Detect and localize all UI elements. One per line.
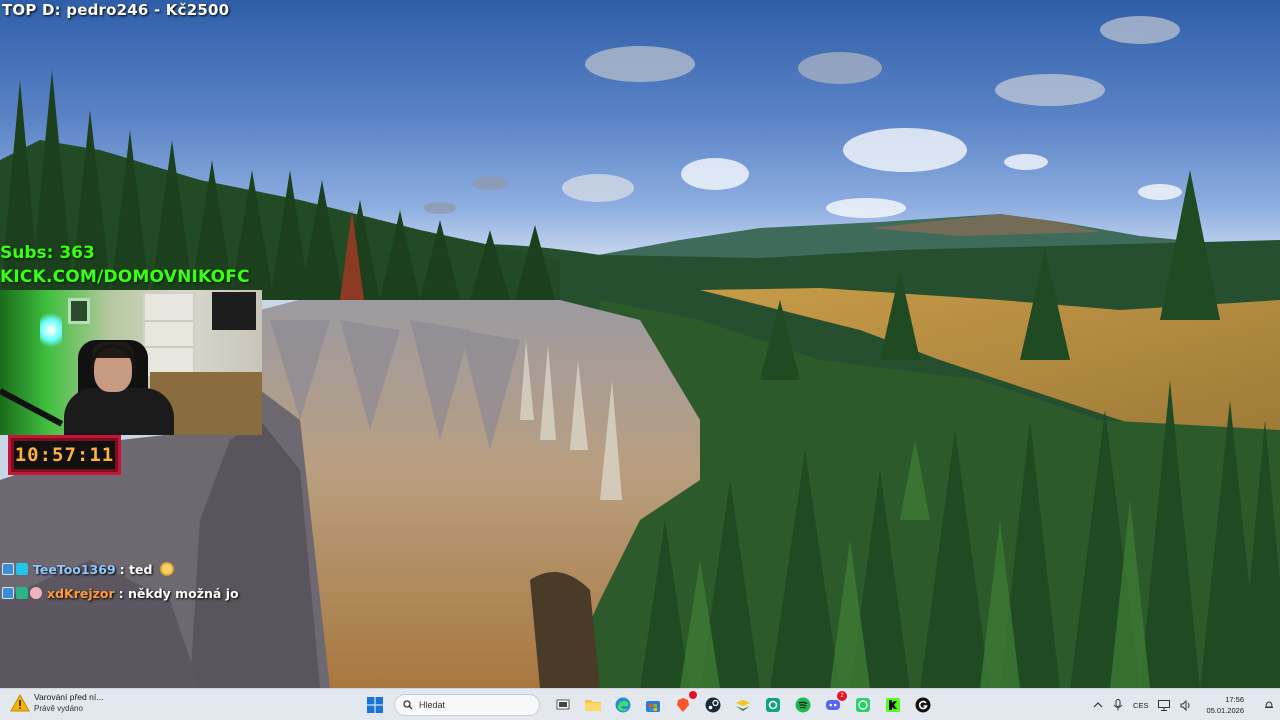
chevron-up-icon — [1093, 702, 1103, 708]
system-tray: CES 17:56 05.01.2026 — [1083, 692, 1274, 718]
search-placeholder: Hledat — [419, 700, 446, 710]
taskbar-clock[interactable]: 17:56 05.01.2026 — [1206, 694, 1244, 716]
stream-timer: 10:57:11 — [8, 435, 121, 475]
file-explorer-button[interactable] — [582, 694, 604, 716]
microphone-button[interactable] — [1113, 699, 1123, 711]
timer-value: 10:57:11 — [14, 444, 115, 466]
network-icon — [1158, 699, 1171, 711]
warning-icon — [10, 693, 30, 713]
badge-icon — [30, 587, 42, 599]
microphone-icon — [1113, 699, 1123, 711]
badge-icon — [2, 587, 14, 599]
store-icon — [646, 701, 660, 712]
network-button[interactable] — [1158, 699, 1171, 711]
notification-title: Varování před ní... — [34, 692, 104, 702]
spotify-icon — [795, 697, 811, 713]
notification-dot — [689, 691, 697, 699]
mic-arm — [0, 388, 64, 427]
chat-username: xdKrejzor — [47, 585, 115, 601]
wall-frame — [68, 298, 90, 324]
whatsapp-icon — [856, 698, 870, 712]
tray-overflow-button[interactable] — [1093, 701, 1103, 709]
badge-icon — [16, 587, 28, 599]
subscriber-count: Subs: 363 — [0, 243, 95, 263]
green-app-icon — [766, 698, 780, 712]
clock-time: 17:56 — [1225, 695, 1244, 704]
weather-warning-widget[interactable]: Varování před ní... Právě vydáno — [10, 692, 103, 714]
chat-text: : někdy možná jo — [118, 585, 239, 601]
top-donation-label: TOP D: pedro246 - Kč2500 — [2, 1, 230, 19]
task-view-icon — [556, 699, 570, 710]
chat-message: TeeToo1369 : ted — [2, 558, 262, 580]
brave-button[interactable] — [672, 691, 697, 716]
stack-app-button[interactable] — [732, 694, 754, 716]
discord-badge: 2 — [837, 691, 847, 701]
taskbar-apps: Hledat 2 — [364, 691, 942, 718]
badge-icon — [2, 563, 14, 575]
windows-logo-icon — [367, 697, 383, 713]
g-app-icon — [915, 697, 931, 713]
notification-subtitle: Právě vydáno — [34, 704, 83, 713]
steam-button[interactable] — [702, 694, 724, 716]
chat-message: xdKrejzor : někdy možná jo — [2, 582, 262, 604]
clock-date: 05.01.2026 — [1206, 706, 1244, 715]
search-icon — [403, 700, 413, 710]
notification-center-button[interactable] — [1264, 700, 1274, 710]
discord-button[interactable]: 2 — [822, 691, 847, 716]
bell-icon — [1265, 701, 1273, 708]
kick-icon — [886, 698, 900, 712]
start-button[interactable] — [364, 694, 386, 716]
whatsapp-button[interactable] — [852, 694, 874, 716]
chat-overlay: TeeToo1369 : ted xdKrejzor : někdy možná… — [2, 558, 262, 606]
neon-light — [40, 310, 62, 350]
badge-icon — [16, 563, 28, 575]
chat-text: : ted — [119, 561, 153, 577]
emote-icon — [160, 562, 175, 576]
folder-icon — [585, 700, 601, 711]
edge-icon — [615, 697, 631, 713]
background-monitor — [212, 292, 256, 330]
steam-icon — [705, 697, 721, 713]
speaker-icon — [1180, 699, 1190, 711]
channel-url: KICK.COM/DOMOVNIKOFC — [0, 267, 250, 287]
edge-button[interactable] — [612, 694, 634, 716]
taskbar-search[interactable]: Hledat — [394, 694, 540, 716]
chat-username: TeeToo1369 — [33, 561, 116, 577]
language-indicator[interactable]: CES — [1133, 701, 1148, 710]
task-view-button[interactable] — [552, 694, 574, 716]
stack-app-icon — [736, 700, 750, 711]
brave-icon — [677, 698, 689, 712]
spotify-button[interactable] — [792, 694, 814, 716]
other-app-button[interactable] — [912, 694, 934, 716]
kick-button[interactable] — [882, 694, 904, 716]
webcam-feed — [0, 290, 262, 435]
volume-button[interactable] — [1180, 699, 1192, 711]
store-button[interactable] — [642, 694, 664, 716]
shelf — [143, 292, 195, 378]
taskbar: Varování před ní... Právě vydáno Hledat — [0, 688, 1280, 720]
streamer-body — [64, 388, 174, 435]
green-app-button[interactable] — [762, 694, 784, 716]
